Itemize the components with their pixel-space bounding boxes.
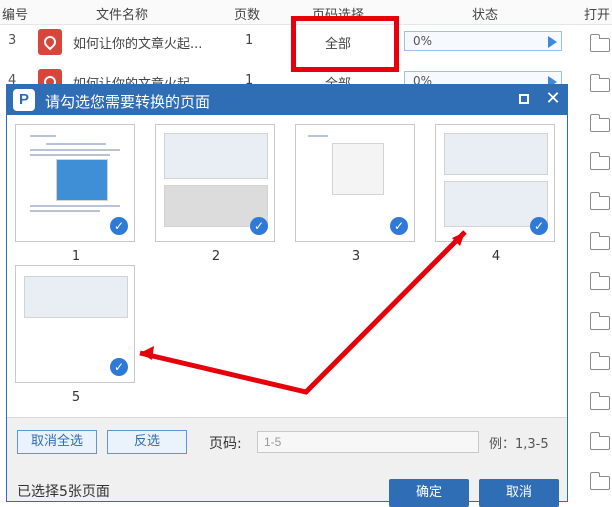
folder-icon[interactable]	[589, 114, 610, 132]
check-circle-icon[interactable]: ✓	[530, 217, 548, 235]
col-pages-header: 页数	[234, 8, 261, 23]
check-circle-icon[interactable]: ✓	[250, 217, 268, 235]
dialog-title: 请勾选您需要转换的页面	[45, 93, 211, 111]
page-range-example: 例：1,3-5	[489, 437, 549, 452]
page-select-dialog: P 请勾选您需要转换的页面 ✕ ✓ 1 ✓ 2 ✓ 3 ✓ 4 ✓ 5 取消全选…	[6, 84, 568, 507]
folder-icon[interactable]	[589, 272, 610, 290]
folder-icon[interactable]	[589, 152, 610, 170]
page-thumbnail[interactable]: ✓ 3	[295, 124, 415, 264]
page-image	[164, 133, 268, 179]
folder-icon[interactable]	[589, 232, 610, 250]
page-number-label: 4	[491, 249, 501, 264]
page-number-label: 1	[71, 249, 81, 264]
page-thumbnail[interactable]: ✓ 1	[15, 124, 135, 264]
page-thumbnail[interactable]: ✓ 2	[155, 124, 275, 264]
deselect-all-button[interactable]: 取消全选	[17, 430, 97, 454]
col-status-header: 状态	[472, 8, 499, 23]
cancel-button[interactable]: 取消	[479, 479, 559, 507]
check-circle-icon[interactable]: ✓	[110, 217, 128, 235]
confirm-button[interactable]: 确定	[389, 479, 469, 507]
page-thumbnail[interactable]: ✓ 5	[15, 265, 135, 405]
page-image	[332, 143, 384, 195]
progress-text: 0%	[413, 34, 433, 48]
app-logo-icon: P	[13, 89, 35, 111]
col-num-header: 编号	[2, 8, 29, 23]
page-image	[56, 159, 108, 201]
col-name-header: 文件名称	[96, 8, 149, 23]
page-number-label: 5	[71, 390, 81, 405]
file-name: 如何让你的文章火起...	[73, 37, 203, 52]
annotation-highlight-box	[291, 16, 399, 72]
folder-icon[interactable]	[589, 352, 610, 370]
page-image	[444, 133, 548, 175]
page-thumbnail-grid: ✓ 1 ✓ 2 ✓ 3 ✓ 4 ✓ 5	[7, 115, 567, 417]
page-image	[24, 276, 128, 318]
check-circle-icon[interactable]: ✓	[390, 217, 408, 235]
maximize-icon[interactable]	[519, 94, 529, 104]
col-open-header: 打开	[584, 8, 611, 23]
folder-icon[interactable]	[589, 392, 610, 410]
check-circle-icon[interactable]: ✓	[110, 358, 128, 376]
pdf-file-icon	[38, 29, 62, 55]
footer-divider	[7, 417, 567, 418]
progress-bar: 0%	[404, 31, 562, 51]
folder-icon[interactable]	[589, 312, 610, 330]
close-icon[interactable]: ✕	[543, 89, 563, 109]
page-number-label: 3	[351, 249, 361, 264]
page-count: 1	[245, 33, 254, 48]
invert-selection-button[interactable]: 反选	[107, 430, 187, 454]
folder-icon[interactable]	[589, 472, 610, 490]
folder-icon[interactable]	[589, 432, 610, 450]
folder-icon[interactable]	[589, 74, 610, 92]
page-range-input[interactable]: 1-5	[257, 431, 479, 453]
folder-icon[interactable]	[589, 34, 610, 52]
page-thumbnail[interactable]: ✓ 4	[435, 124, 555, 264]
row-number: 3	[8, 33, 17, 48]
selected-count-text: 已选择5张页面	[17, 484, 110, 500]
folder-icon[interactable]	[589, 192, 610, 210]
play-icon[interactable]	[548, 36, 557, 48]
page-number-label: 2	[211, 249, 221, 264]
dialog-titlebar[interactable]: P 请勾选您需要转换的页面 ✕	[7, 85, 567, 115]
page-range-label: 页码:	[209, 436, 242, 452]
